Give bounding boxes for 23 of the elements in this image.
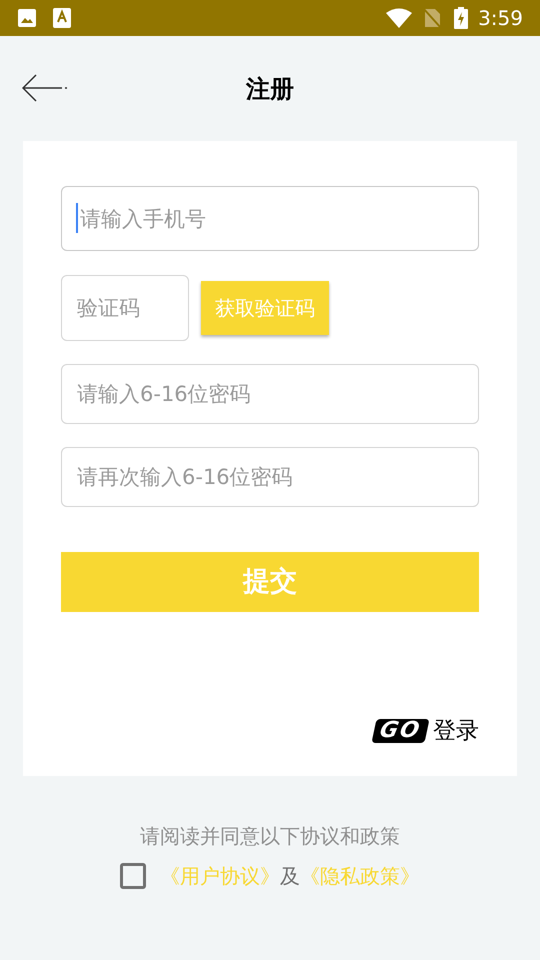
get-code-button[interactable]: 获取验证码 (201, 281, 329, 335)
clock: 3:59 (478, 5, 523, 32)
page-title: 注册 (246, 74, 294, 104)
submit-button[interactable]: 提交 (61, 552, 479, 612)
battery-icon (454, 7, 468, 29)
back-button[interactable] (22, 73, 70, 103)
user-agreement-link[interactable]: 《用户协议》 (160, 861, 280, 891)
font-icon (53, 8, 71, 28)
login-link[interactable]: GO 登录 (374, 714, 479, 748)
image-icon (17, 8, 37, 28)
agreement-notice: 请阅读并同意以下协议和政策 (140, 823, 400, 850)
conjunction-text: 及 (280, 863, 300, 890)
no-sim-icon (422, 7, 442, 29)
wifi-icon (386, 8, 412, 28)
back-arrow-icon (22, 74, 68, 102)
text-cursor (76, 203, 78, 233)
input-field[interactable]: 请再次输入6-16位密码 (61, 447, 479, 507)
input-field[interactable]: 请输入6-16位密码 (61, 364, 479, 424)
agree-checkbox[interactable] (120, 863, 146, 889)
input-field[interactable]: 验证码 (61, 275, 189, 341)
input-field[interactable]: 请输入手机号 (61, 186, 479, 251)
privacy-policy-link[interactable]: 《隐私政策》 (300, 861, 420, 891)
go-logo: GO (372, 718, 430, 743)
